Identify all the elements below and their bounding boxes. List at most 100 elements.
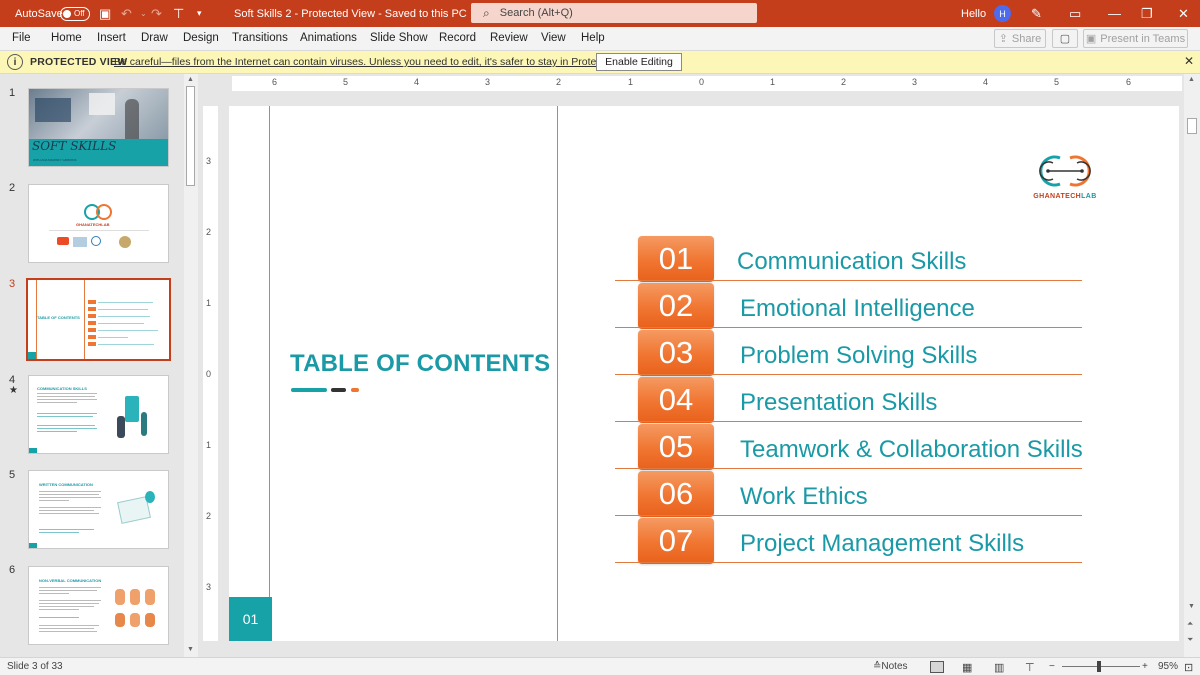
tab-animations[interactable]: Animations bbox=[300, 32, 357, 44]
slide-number: 3 bbox=[9, 278, 16, 290]
reading-view-icon[interactable]: ▥ bbox=[994, 661, 1004, 674]
zoom-in-icon[interactable]: + bbox=[1142, 661, 1148, 672]
tab-transitions[interactable]: Transitions bbox=[232, 32, 288, 44]
comments-button[interactable]: ▢ bbox=[1052, 29, 1078, 48]
title-bar: AutoSave Off ▣ ↶ ⌄ ↷ ⊤ ▾ Soft Skills 2 -… bbox=[0, 0, 1200, 27]
present-icon[interactable]: ⊤ bbox=[173, 0, 184, 27]
animation-star-icon: ★ bbox=[9, 385, 18, 396]
greeting-text: Hello bbox=[961, 7, 987, 20]
slide-sorter-icon[interactable]: ▦ bbox=[962, 661, 972, 674]
slide-thumbnail-3[interactable]: TABLE OF CONTENTS bbox=[26, 278, 171, 361]
scrollbar-thumb[interactable] bbox=[186, 86, 195, 186]
restore-icon[interactable]: ❐ bbox=[1141, 0, 1153, 27]
tab-insert[interactable]: Insert bbox=[97, 32, 126, 44]
slide-thumbnail-5[interactable]: WRITTEN COMMUNICATION bbox=[28, 470, 169, 549]
tab-help[interactable]: Help bbox=[581, 32, 605, 44]
toc-number-badge[interactable]: 01 bbox=[638, 236, 714, 282]
left-divider-line bbox=[269, 106, 270, 641]
slide-thumbnail-4[interactable]: COMMUNICATION SKILLS bbox=[28, 375, 169, 454]
toc-separator bbox=[615, 562, 1082, 563]
tab-file[interactable]: File bbox=[12, 32, 31, 44]
tab-draw[interactable]: Draw bbox=[141, 32, 168, 44]
next-slide-icon[interactable]: ⏷ bbox=[1187, 635, 1193, 645]
tab-record[interactable]: Record bbox=[439, 32, 476, 44]
slide-editor: 6 5 4 3 2 1 0 1 2 3 4 5 6 3 2 1 0 1 2 3 … bbox=[198, 74, 1200, 657]
slide-title[interactable]: TABLE OF CONTENTS bbox=[290, 350, 550, 378]
toc-item-label[interactable]: Teamwork & Collaboration Skills bbox=[740, 436, 1083, 464]
protected-view-bar: i PROTECTED VIEW Be careful—files from t… bbox=[0, 51, 1200, 74]
account-avatar[interactable]: H bbox=[994, 0, 1011, 27]
protected-view-message[interactable]: Be careful—files from the Internet can c… bbox=[114, 56, 644, 68]
scroll-down-icon[interactable]: ▼ bbox=[1188, 603, 1195, 610]
fit-to-window-icon[interactable]: ⊡ bbox=[1184, 661, 1193, 674]
toc-item-label[interactable]: Project Management Skills bbox=[740, 530, 1024, 558]
search-icon: ⌕ bbox=[483, 5, 490, 20]
minimize-icon[interactable]: — bbox=[1108, 0, 1121, 27]
scroll-down-icon[interactable]: ▼ bbox=[187, 646, 194, 653]
logo-text: GHANATECHLAB bbox=[1033, 193, 1097, 200]
previous-slide-icon[interactable]: ⏶ bbox=[1187, 619, 1193, 629]
slide-thumbnail-1[interactable]: SOFT SKILLS WITH ANA MARISKY GRIFFINS bbox=[28, 88, 169, 167]
zoom-slider[interactable] bbox=[1062, 666, 1140, 667]
share-icon: ⇪ bbox=[998, 33, 1008, 45]
scrollbar-thumb[interactable] bbox=[1187, 118, 1197, 134]
scroll-up-icon[interactable]: ▲ bbox=[187, 76, 194, 83]
pen-icon[interactable]: ✎ bbox=[1031, 0, 1042, 27]
present-in-teams-button[interactable]: ▣ Present in Teams bbox=[1083, 29, 1188, 48]
toc-number-badge[interactable]: 02 bbox=[638, 283, 714, 329]
title-dash-orange bbox=[351, 388, 359, 392]
teams-icon: ▣ bbox=[1085, 33, 1097, 45]
redo-icon[interactable]: ↷ bbox=[151, 0, 162, 27]
slide-canvas[interactable]: TABLE OF CONTENTS 01 GHANATECHLAB 01 Com… bbox=[229, 106, 1179, 641]
tab-design[interactable]: Design bbox=[183, 32, 219, 44]
zoom-out-icon[interactable]: − bbox=[1049, 661, 1055, 672]
toc-number-badge[interactable]: 03 bbox=[638, 330, 714, 376]
slide-thumbnail-2[interactable]: GHANATECHLAB bbox=[28, 184, 169, 263]
autosave-label: AutoSave bbox=[15, 7, 63, 20]
document-title: Soft Skills 2 - Protected View - Saved t… bbox=[234, 7, 467, 20]
tab-review[interactable]: Review bbox=[490, 32, 528, 44]
share-button[interactable]: ⇪ Share bbox=[994, 29, 1046, 48]
toc-item-label[interactable]: Presentation Skills bbox=[740, 389, 937, 417]
slide-thumbnail-pane: 1 SOFT SKILLS WITH ANA MARISKY GRIFFINS … bbox=[0, 74, 198, 657]
ribbon-tabs: File Home Insert Draw Design Transitions… bbox=[0, 27, 1200, 51]
toc-number-badge[interactable]: 06 bbox=[638, 471, 714, 517]
toc-number-badge[interactable]: 05 bbox=[638, 424, 714, 470]
save-icon[interactable]: ▣ bbox=[99, 0, 111, 27]
toc-item-label[interactable]: Communication Skills bbox=[737, 248, 966, 276]
tab-home[interactable]: Home bbox=[51, 32, 82, 44]
tab-view[interactable]: View bbox=[541, 32, 566, 44]
close-icon[interactable]: ✕ bbox=[1178, 0, 1189, 27]
undo-dropdown-icon[interactable]: ⌄ bbox=[140, 0, 147, 27]
normal-view-icon[interactable] bbox=[930, 661, 944, 673]
horizontal-ruler: 6 5 4 3 2 1 0 1 2 3 4 5 6 bbox=[232, 76, 1182, 91]
slide-number: 2 bbox=[9, 182, 16, 194]
close-bar-icon[interactable]: ✕ bbox=[1184, 54, 1194, 68]
toc-item-label[interactable]: Work Ethics bbox=[740, 483, 868, 511]
thumb1-subtitle: WITH ANA MARISKY GRIFFINS bbox=[33, 158, 77, 162]
thumbnail-scrollbar[interactable]: ▲ ▼ bbox=[184, 74, 198, 657]
tab-slide-show[interactable]: Slide Show bbox=[370, 32, 428, 44]
search-input[interactable]: ⌕ Search (Alt+Q) bbox=[471, 3, 757, 23]
title-dash-dark bbox=[331, 388, 346, 392]
thumb-logo-icon bbox=[81, 203, 115, 221]
notes-button[interactable]: ≙Notes bbox=[873, 661, 908, 672]
enable-editing-button[interactable]: Enable Editing bbox=[596, 53, 682, 71]
slideshow-view-icon[interactable]: ⊤ bbox=[1025, 661, 1035, 674]
editor-scrollbar[interactable]: ▲ ▼ ⏶ ⏷ bbox=[1184, 74, 1200, 657]
zoom-slider-thumb[interactable] bbox=[1097, 661, 1101, 672]
toc-number-badge[interactable]: 04 bbox=[638, 377, 714, 423]
zoom-level[interactable]: 95% bbox=[1158, 661, 1178, 672]
ribbon-display-icon[interactable]: ▭ bbox=[1069, 0, 1081, 27]
customize-toolbar-icon[interactable]: ▾ bbox=[197, 0, 202, 27]
thumb5-title: WRITTEN COMMUNICATION bbox=[39, 482, 93, 487]
toc-item-label[interactable]: Problem Solving Skills bbox=[740, 342, 977, 370]
autosave-toggle[interactable]: Off bbox=[60, 0, 90, 27]
toc-number-badge[interactable]: 07 bbox=[638, 518, 714, 564]
scroll-up-icon[interactable]: ▲ bbox=[1188, 76, 1195, 83]
undo-icon[interactable]: ↶ bbox=[121, 0, 132, 27]
comment-icon: ▢ bbox=[1059, 33, 1071, 45]
toc-item-label[interactable]: Emotional Intelligence bbox=[740, 295, 975, 323]
thumb-brand: GHANATECHLAB bbox=[76, 222, 110, 227]
slide-thumbnail-6[interactable]: NON-VERBAL COMMUNICATION bbox=[28, 566, 169, 645]
